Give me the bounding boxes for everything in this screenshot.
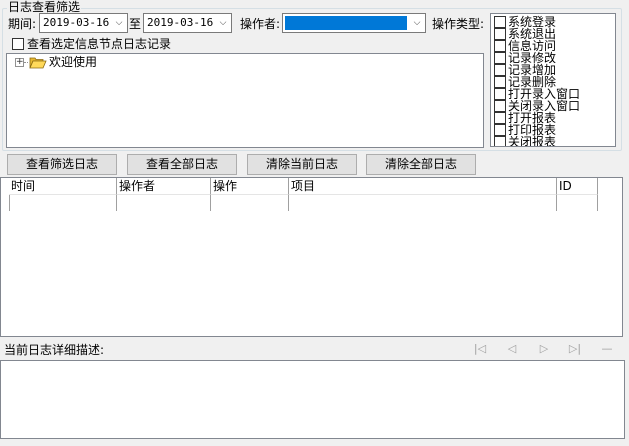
date-to-value: 2019-03-16 [147, 16, 214, 29]
grid-cell [211, 195, 289, 211]
chevron-down-icon[interactable]: ⌵ [111, 14, 127, 32]
info-node-tree[interactable]: + 欢迎使用 [6, 53, 484, 148]
column-header-item[interactable]: 项目 [289, 178, 557, 195]
checkbox[interactable] [494, 88, 506, 100]
checkbox[interactable] [494, 52, 506, 64]
tree-connector [24, 62, 28, 63]
grid-cell [117, 195, 211, 211]
chevron-down-icon[interactable]: ⌵ [409, 14, 425, 32]
clear-current-log-button[interactable]: 清除当前日志 [247, 154, 357, 175]
checkbox[interactable] [494, 100, 506, 112]
prev-record-icon[interactable]: ◁ [504, 342, 520, 356]
nav-extra-icon[interactable]: — [599, 342, 615, 356]
grid-cell [557, 195, 598, 211]
last-record-icon[interactable]: ▷| [567, 342, 583, 356]
checkbox[interactable] [494, 40, 506, 52]
column-header-time[interactable]: 时间 [9, 178, 117, 195]
column-header-operation[interactable]: 操作 [211, 178, 289, 195]
detail-label: 当前日志详细描述: [4, 343, 105, 357]
to-label: 至 [129, 17, 142, 31]
expand-icon[interactable]: + [15, 58, 24, 67]
period-label: 期间: [8, 17, 37, 31]
op-type-label: 操作类型: [432, 17, 485, 31]
checkbox[interactable] [494, 124, 506, 136]
first-record-icon[interactable]: |◁ [472, 342, 488, 356]
grid-cell [289, 195, 557, 211]
checkbox[interactable] [494, 16, 506, 28]
view-all-log-button[interactable]: 查看全部日志 [127, 154, 237, 175]
checkbox[interactable] [494, 136, 506, 146]
operator-selection-highlight [285, 16, 407, 30]
date-from-value: 2019-03-16 [43, 16, 110, 29]
checkbox[interactable] [494, 76, 506, 88]
filter-group-title: 日志查看筛选 [7, 0, 82, 14]
column-header-id[interactable]: ID [557, 178, 598, 195]
tree-item-root[interactable]: 欢迎使用 [49, 55, 97, 69]
date-to-picker[interactable]: 2019-03-16 ⌵ [143, 13, 232, 33]
clear-all-log-button[interactable]: 清除全部日志 [366, 154, 476, 175]
row-indicator [1, 195, 10, 211]
checkbox[interactable] [494, 112, 506, 124]
date-from-picker[interactable]: 2019-03-16 ⌵ [39, 13, 128, 33]
chevron-down-icon[interactable]: ⌵ [215, 14, 231, 32]
view-filtered-log-button[interactable]: 查看筛选日志 [7, 154, 117, 175]
op-type-checklist[interactable]: 系统登录 系统退出 信息访问 记录修改 记录增加 记录删除 打开录入窗口 关闭录… [490, 13, 616, 147]
view-selected-node-label: 查看选定信息节点日志记录 [27, 37, 172, 51]
detail-textarea[interactable] [0, 360, 625, 439]
checkbox[interactable] [494, 28, 506, 40]
column-header-operator[interactable]: 操作者 [117, 178, 211, 195]
view-selected-node-checkbox[interactable] [12, 38, 24, 50]
op-type-item[interactable]: 关闭报表 [494, 136, 556, 146]
next-record-icon[interactable]: ▷ [536, 342, 552, 356]
folder-open-icon [29, 57, 47, 69]
log-table[interactable]: 时间 操作者 操作 项目 ID [0, 177, 623, 337]
checkbox[interactable] [494, 64, 506, 76]
operator-label: 操作者: [240, 17, 281, 31]
grid-cell [10, 195, 117, 211]
operator-select[interactable]: ⌵ [282, 13, 426, 33]
